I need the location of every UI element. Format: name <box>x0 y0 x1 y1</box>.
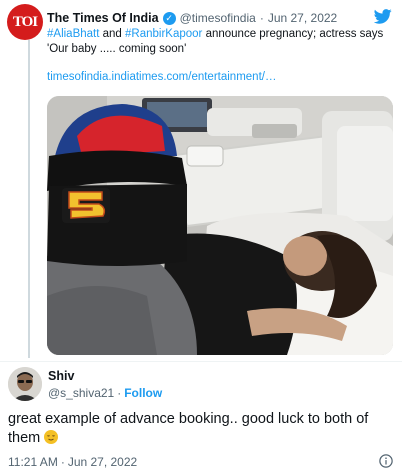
quoted-tweet-card[interactable]: TOI The Times Of India ✓ @timesofindia ·… <box>0 0 402 362</box>
follow-button[interactable]: Follow <box>124 386 162 400</box>
reply-meta-separator: · <box>117 386 122 400</box>
reply-author-handle[interactable]: @s_shiva21 <box>48 386 114 400</box>
reply-date: Jun 27, 2022 <box>67 455 138 469</box>
reply-timestamp[interactable]: 11:21 AM · Jun 27, 2022 <box>8 455 137 469</box>
quoted-tweet-text: #AliaBhatt and #RanbirKapoor announce pr… <box>47 27 395 57</box>
quoted-tweet-date[interactable]: Jun 27, 2022 <box>268 11 337 25</box>
quoted-text-and: and <box>99 28 126 40</box>
reply-author-name[interactable]: Shiv <box>48 369 74 383</box>
header-separator: · <box>259 11 264 25</box>
tweet-photo[interactable] <box>47 96 393 355</box>
toi-avatar[interactable]: TOI <box>7 4 43 40</box>
quoted-author-name[interactable]: The Times Of India <box>47 11 159 25</box>
reply-text-body: great example of advance booking.. good … <box>8 411 369 446</box>
reply-tweet-text: great example of advance booking.. good … <box>8 410 396 448</box>
relieved-face-emoji <box>44 430 59 444</box>
verified-badge-icon: ✓ <box>162 11 176 25</box>
reply-time-separator: · <box>60 455 65 469</box>
tweet-divider <box>0 361 402 362</box>
hashtag-aliabhatt[interactable]: #AliaBhatt <box>47 28 99 40</box>
twitter-bird-icon[interactable] <box>374 9 392 24</box>
quoted-author-handle[interactable]: @timesofindia <box>180 11 256 25</box>
info-icon[interactable] <box>379 454 393 468</box>
reply-author-avatar[interactable] <box>8 367 42 401</box>
article-link[interactable]: timesofindia.indiatimes.com/entertainmen… <box>47 71 276 83</box>
hashtag-ranbirkapoor[interactable]: #RanbirKapoor <box>125 28 202 40</box>
thread-line <box>28 40 30 358</box>
quoted-tweet-header: The Times Of India ✓ @timesofindia · Jun… <box>47 9 372 27</box>
reply-author-meta: @s_shiva21 · Follow <box>48 386 162 400</box>
reply-time: 11:21 AM <box>8 455 58 469</box>
